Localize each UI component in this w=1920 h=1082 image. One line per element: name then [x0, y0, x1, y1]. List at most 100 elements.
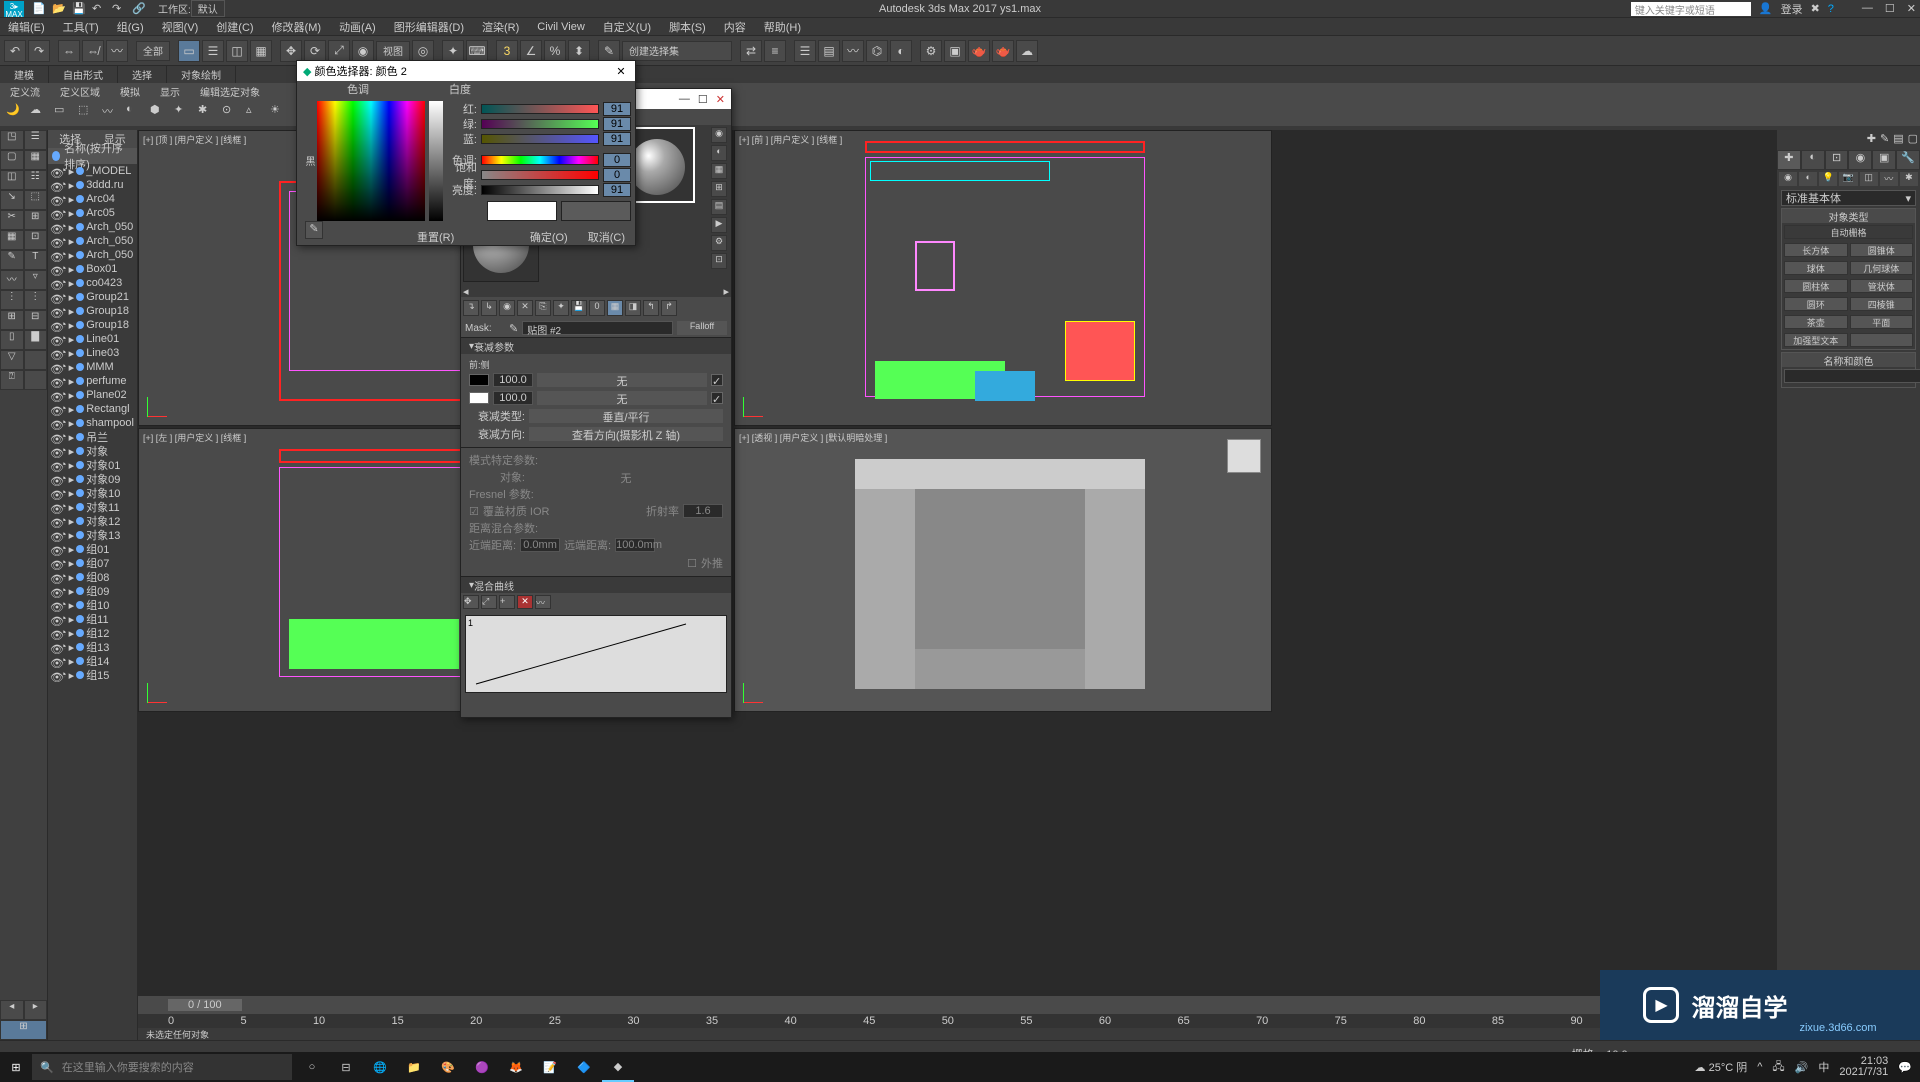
scene-item[interactable]: 👁◔▸shampool — [48, 416, 137, 430]
menu-tools[interactable]: 工具(T) — [63, 19, 99, 35]
color1-swatch[interactable] — [469, 374, 489, 386]
window-crossing-button[interactable]: ▦ — [250, 40, 272, 62]
sample-uv-icon[interactable]: ⊞ — [711, 181, 727, 197]
put-library-icon[interactable]: 💾 — [571, 300, 587, 316]
ime-icon[interactable]: 中 — [1818, 1059, 1829, 1075]
link-button[interactable]: ⇔ — [58, 40, 80, 62]
shelf-icon[interactable]: ▵ — [246, 103, 266, 123]
menu-group[interactable]: 组(G) — [117, 19, 144, 35]
lt-btn[interactable]: ▯ — [0, 330, 24, 350]
new-color-swatch[interactable] — [487, 201, 557, 221]
lt-btn[interactable]: ⊟ — [24, 310, 48, 330]
viewport-front[interactable]: [+] [前 ] [用户定义 ] [线框 ] — [734, 130, 1272, 426]
amount2-spinner[interactable]: 100.0 — [493, 391, 533, 405]
shape-icon[interactable]: ◐ — [1799, 172, 1817, 186]
helper-icon[interactable]: ◫ — [1860, 172, 1878, 186]
lt-btn[interactable]: ↘ — [0, 190, 24, 210]
add-key-icon[interactable]: + — [499, 595, 515, 609]
shelf-icon[interactable]: 〰 — [102, 103, 122, 123]
undo-icon[interactable]: ↶ — [92, 2, 106, 16]
material-editor-button[interactable]: ◐ — [890, 40, 912, 62]
cp-tool-icon[interactable]: ▢ — [1908, 132, 1918, 148]
shelf-icon[interactable]: 🌙 — [6, 103, 26, 123]
old-color-swatch[interactable] — [561, 201, 631, 221]
notepad-icon[interactable]: 📝 — [534, 1052, 566, 1082]
volume-icon[interactable]: 🔊 — [1795, 1061, 1809, 1074]
percent-snap-button[interactable]: % — [544, 40, 566, 62]
rotate-button[interactable]: ⟳ — [304, 40, 326, 62]
shelf-icon[interactable]: ☁ — [30, 103, 50, 123]
go-sibling-icon[interactable]: ↱ — [661, 300, 677, 316]
sat-slider[interactable] — [481, 170, 599, 180]
lt-btn[interactable]: ⊞ — [0, 310, 24, 330]
named-selection-dropdown[interactable]: 创建选择集 — [622, 41, 732, 61]
notifications-icon[interactable]: 💬 — [1898, 1061, 1912, 1074]
make-copy-icon[interactable]: ⎘ — [535, 300, 551, 316]
hue-field[interactable] — [317, 101, 425, 221]
scene-item[interactable]: 👁◔▸组07 — [48, 556, 137, 570]
toggle-ribbon-button[interactable]: ▤ — [818, 40, 840, 62]
cp-tool-icon[interactable]: ▤ — [1893, 132, 1903, 148]
menu-civil[interactable]: Civil View — [537, 21, 584, 33]
show-end-result-icon[interactable]: ◨ — [625, 300, 641, 316]
minimize-button[interactable]: — — [1862, 2, 1873, 15]
eyedrop-icon[interactable]: ✎ — [509, 322, 518, 335]
whiteness-slider[interactable] — [429, 101, 443, 221]
scene-item[interactable]: 👁◔▸MMM — [48, 360, 137, 374]
time-ruler[interactable]: 0510152025303540455055606570758085909510… — [138, 1014, 1776, 1028]
select-object-button[interactable]: ▭ — [178, 40, 200, 62]
explorer-icon[interactable]: 📁 — [398, 1052, 430, 1082]
falloff-type-dropdown[interactable]: 垂直/平行 — [529, 409, 723, 423]
make-unique-icon[interactable]: ✦ — [553, 300, 569, 316]
schematic-view-button[interactable]: ⌬ — [866, 40, 888, 62]
color2-swatch[interactable] — [469, 392, 489, 404]
scene-item[interactable]: 👁◔▸Arch_050 — [48, 234, 137, 248]
select-name-button[interactable]: ☰ — [202, 40, 224, 62]
red-slider[interactable] — [481, 104, 599, 114]
lt-btn[interactable]: ◫ — [0, 170, 24, 190]
scene-item[interactable]: 👁◔▸Arch_050 — [48, 220, 137, 234]
menu-edit[interactable]: 编辑(E) — [8, 19, 45, 35]
cp-tool-icon[interactable]: ✚ — [1867, 132, 1876, 148]
menu-customize[interactable]: 自定义(U) — [603, 19, 651, 35]
create-圆锥体-button[interactable]: 圆锥体 — [1850, 243, 1914, 257]
autogrid-checkbox[interactable]: 自动栅格 — [1784, 225, 1913, 239]
viewport-label[interactable]: [+] [透视 ] [用户定义 ] [默认明暗处理 ] — [739, 431, 887, 444]
lt-btn[interactable]: ☷ — [24, 170, 48, 190]
go-parent-icon[interactable]: ↰ — [643, 300, 659, 316]
scroll-left-icon[interactable]: ◂ — [463, 285, 469, 297]
scale-button[interactable]: ⤢ — [328, 40, 350, 62]
move-button[interactable]: ✥ — [280, 40, 302, 62]
tray-chevron-icon[interactable]: ^ — [1757, 1061, 1762, 1073]
blue-value[interactable]: 91 — [603, 132, 631, 146]
scene-item[interactable]: 👁◔▸co0423 — [48, 276, 137, 290]
reset-icon[interactable]: ✕ — [517, 300, 533, 316]
create-平面-button[interactable]: 平面 — [1850, 315, 1914, 329]
create-加强型文本-button[interactable]: 加强型文本 — [1784, 333, 1848, 347]
scene-item[interactable]: 👁◔▸_MODEL — [48, 164, 137, 178]
rollout-namecolor[interactable]: 名称和颜色 — [1782, 353, 1915, 367]
taskbar-search[interactable]: 🔍在这里输入你要搜索的内容 — [32, 1054, 292, 1080]
make-preview-icon[interactable]: ▶ — [711, 217, 727, 233]
map1-enable[interactable]: ✓ — [711, 374, 723, 386]
shelf-icon[interactable]: ☀ — [270, 103, 290, 123]
lt-btn[interactable]: T — [24, 250, 48, 270]
lt-btn[interactable]: ▦ — [24, 150, 48, 170]
snap-toggle-3[interactable]: 3 — [496, 40, 518, 62]
map2-button[interactable]: 无 — [537, 391, 707, 405]
dialog-titlebar[interactable]: ◆ 颜色选择器: 颜色 2 ✕ — [297, 61, 635, 81]
spinner-snap-button[interactable]: ⬍ — [568, 40, 590, 62]
scene-item[interactable]: 👁◔▸Arc04 — [48, 192, 137, 206]
lt-btn[interactable]: ▸ — [24, 1000, 48, 1020]
scene-item[interactable]: 👁◔▸对象10 — [48, 486, 137, 500]
layer-explorer-button[interactable]: ☰ — [794, 40, 816, 62]
lt-btn[interactable]: ⋮ — [24, 290, 48, 310]
scroll-right-icon[interactable]: ▸ — [723, 285, 729, 297]
shelf-icon[interactable]: ▭ — [54, 103, 74, 123]
viewport-layout-button[interactable]: ⊞ — [0, 1020, 47, 1040]
ribbon-tab-paint[interactable]: 对象绘制 — [167, 66, 236, 83]
background-icon[interactable]: ▦ — [711, 163, 727, 179]
lt-btn[interactable]: 〰 — [0, 270, 24, 290]
lt-btn[interactable]: ◂ — [0, 1000, 24, 1020]
hierarchy-tab[interactable]: ⊡ — [1825, 150, 1849, 170]
